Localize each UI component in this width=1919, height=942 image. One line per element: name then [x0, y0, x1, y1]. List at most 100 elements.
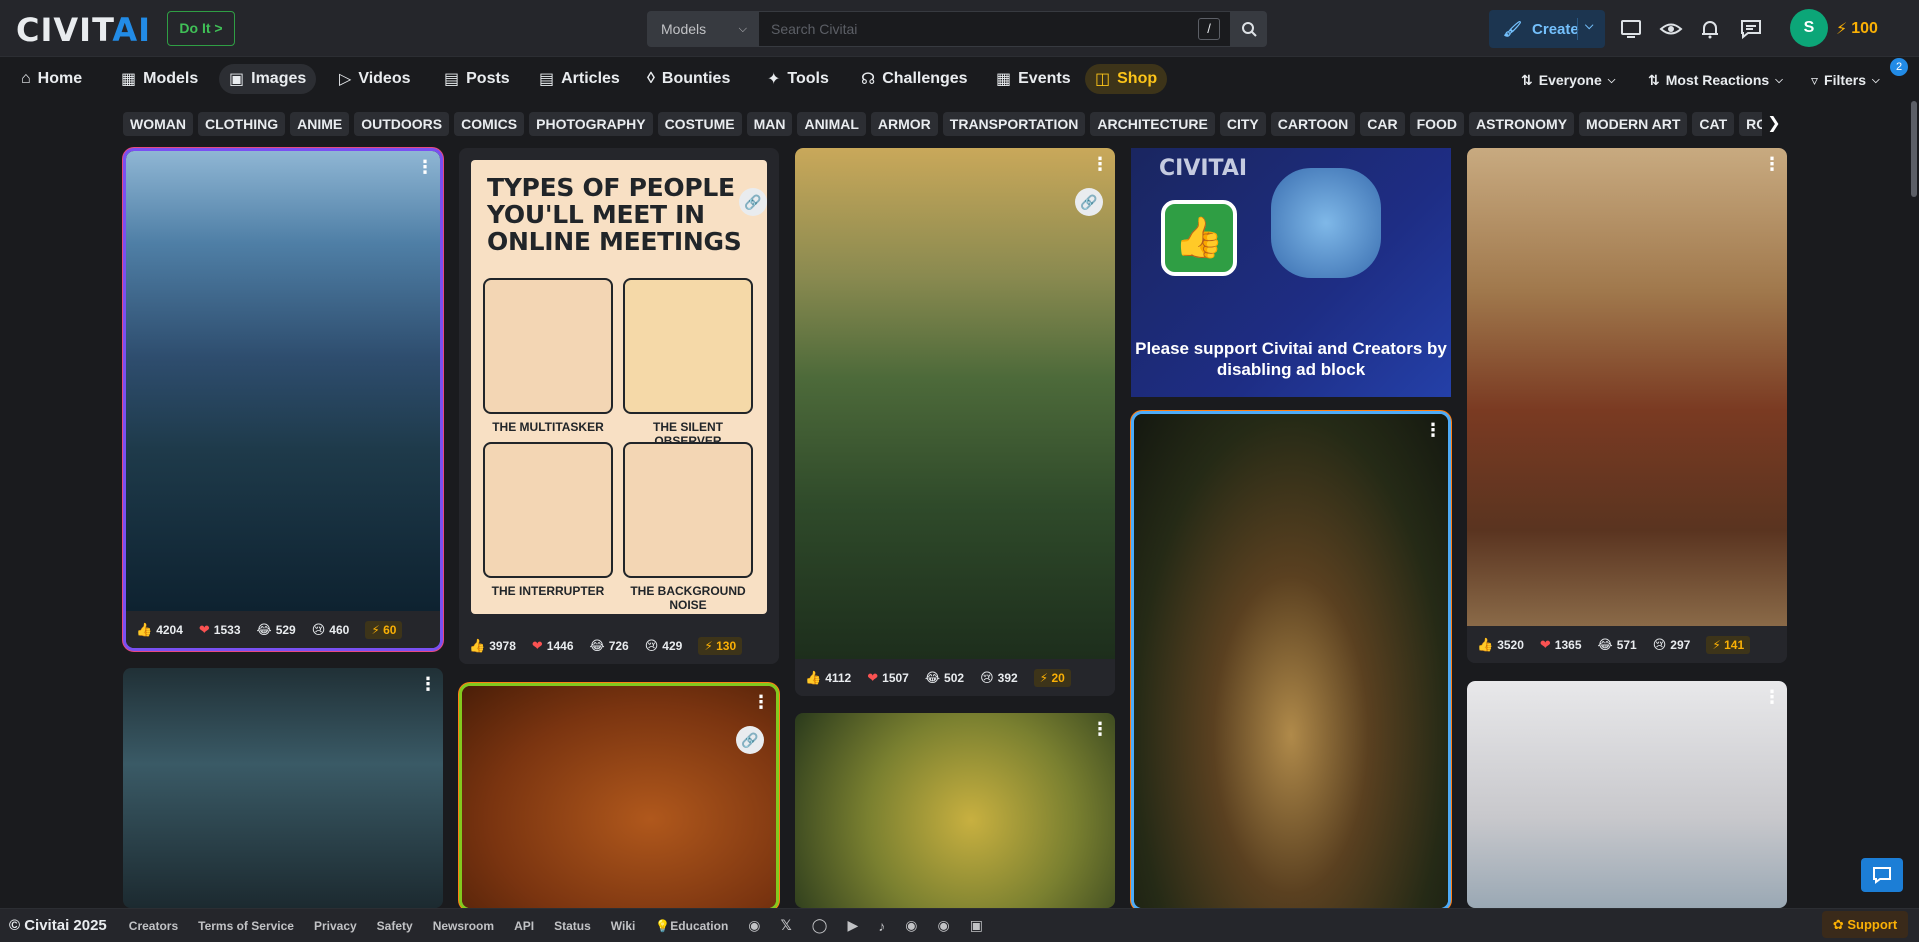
laugh-reaction[interactable]: 😂 502	[925, 670, 964, 686]
nav-bounties[interactable]: ◊ Bounties	[637, 64, 740, 94]
github-icon[interactable]: ◉	[937, 917, 949, 934]
tag-chip[interactable]: COMICS	[454, 112, 525, 136]
footer-link[interactable]: Safety	[377, 919, 413, 933]
cry-reaction[interactable]: 😢 392	[980, 670, 1018, 686]
like-reaction[interactable]: 👍 3520	[1477, 637, 1524, 653]
card-image[interactable]	[462, 686, 776, 908]
card-image[interactable]	[795, 148, 1115, 659]
card-image[interactable]	[1467, 148, 1787, 626]
footer-link[interactable]: Wiki	[611, 919, 636, 933]
tag-chip[interactable]: CLOTHING	[198, 112, 286, 136]
link-icon[interactable]: 🔗	[736, 726, 764, 754]
bell-icon[interactable]	[1698, 17, 1722, 41]
more-options-icon[interactable]: ⋮	[1091, 155, 1109, 173]
tip-buzz[interactable]: ⚡ 141	[1706, 635, 1751, 654]
more-options-icon[interactable]: ⋮	[416, 158, 434, 176]
tiktok-icon[interactable]: ♪	[878, 918, 885, 934]
laugh-reaction[interactable]: 😂 726	[590, 638, 629, 654]
footer-link[interactable]: Newsroom	[433, 919, 494, 933]
more-options-icon[interactable]: ⋮	[1763, 155, 1781, 173]
tip-buzz[interactable]: ⚡ 130	[698, 636, 743, 655]
like-reaction[interactable]: 👍 3978	[469, 638, 516, 654]
discord-icon[interactable]: ◉	[748, 917, 760, 934]
tag-chip[interactable]: CAT	[1692, 112, 1735, 136]
image-card[interactable]: ⋮	[123, 668, 443, 908]
nav-home[interactable]: ⌂ Home	[11, 64, 92, 94]
footer-link[interactable]: Status	[554, 919, 591, 933]
scrollbar-thumb[interactable]	[1911, 101, 1917, 197]
image-card[interactable]: TYPES OF PEOPLE YOU'LL MEET IN ONLINE ME…	[459, 148, 779, 664]
card-image[interactable]	[126, 151, 440, 611]
chevron-down-icon[interactable]: ⌵	[1585, 20, 1593, 33]
laugh-reaction[interactable]: 😂 529	[257, 622, 296, 638]
screen-icon[interactable]	[1619, 17, 1643, 41]
tag-chip[interactable]: MAN	[746, 112, 793, 136]
nav-events[interactable]: ▦ Events	[986, 64, 1081, 94]
card-image[interactable]	[1467, 681, 1787, 908]
tag-chip[interactable]: TRANSPORTATION	[942, 112, 1086, 136]
laugh-reaction[interactable]: 😂 571	[1598, 637, 1637, 653]
tag-chip[interactable]: ANIME	[290, 112, 350, 136]
filters-button[interactable]: ▿ Filters ⌵	[1811, 70, 1880, 90]
tag-chip[interactable]: FOOD	[1409, 112, 1465, 136]
like-reaction[interactable]: 👍 4112	[805, 670, 851, 686]
card-image[interactable]	[1134, 414, 1448, 908]
avatar[interactable]: S	[1790, 9, 1828, 47]
search-input[interactable]: Search Civitai /	[759, 11, 1231, 47]
like-reaction[interactable]: 👍 4204	[136, 622, 183, 638]
nav-challenges[interactable]: ☊ Challenges	[851, 64, 978, 94]
reddit-icon[interactable]: ◉	[905, 917, 917, 934]
image-card[interactable]: ⋮ 👍 4204 ❤ 1533 😂 529 😢 460 ⚡ 60	[126, 151, 440, 648]
tag-chip[interactable]: ASTRONOMY	[1469, 112, 1575, 136]
link-icon[interactable]: 🔗	[1075, 188, 1103, 216]
tag-chip[interactable]: ARMOR	[870, 112, 938, 136]
twitch-icon[interactable]: ▣	[970, 917, 983, 934]
more-options-icon[interactable]: ⋮	[752, 693, 770, 711]
audience-filter[interactable]: ⇅ Everyone ⌵	[1521, 70, 1615, 90]
image-card[interactable]: ⋮ 🔗 👍 4112 ❤ 1507 😂 502 😢 392 ⚡ 20	[795, 148, 1115, 696]
chat-icon[interactable]	[1739, 17, 1763, 41]
tags-scroll-right-icon[interactable]: ❯	[1762, 112, 1786, 136]
footer-link[interactable]: Creators	[129, 919, 178, 933]
search-button[interactable]	[1231, 11, 1267, 47]
card-image[interactable]	[123, 668, 443, 908]
cry-reaction[interactable]: 😢 460	[312, 622, 350, 638]
x-icon[interactable]: 𝕏	[781, 917, 792, 934]
tag-chip[interactable]: ANIMAL	[797, 112, 866, 136]
footer-link[interactable]: Terms of Service	[198, 919, 294, 933]
image-card[interactable]: ⋮	[1134, 414, 1448, 908]
tag-chip[interactable]: OUTDOORS	[354, 112, 450, 136]
nav-tools[interactable]: ✦ Tools	[757, 64, 839, 94]
link-icon[interactable]: 🔗	[739, 188, 767, 216]
tip-buzz[interactable]: ⚡ 20	[1033, 668, 1071, 687]
image-card[interactable]: ⋮ 👍 3520 ❤ 1365 😂 571 😢 297 ⚡ 141	[1467, 148, 1787, 663]
nav-images[interactable]: ▣ Images	[219, 64, 317, 94]
image-card[interactable]: ⋮	[1467, 681, 1787, 908]
support-button[interactable]: ✿ Support	[1822, 911, 1908, 938]
more-options-icon[interactable]: ⋮	[1763, 688, 1781, 706]
tag-chip[interactable]: COSTUME	[657, 112, 742, 136]
nav-articles[interactable]: ▤ Articles	[529, 64, 630, 94]
card-image[interactable]	[795, 713, 1115, 908]
more-options-icon[interactable]: ⋮	[419, 675, 437, 693]
more-options-icon[interactable]: ⋮	[1091, 720, 1109, 738]
nav-posts[interactable]: ▤ Posts	[434, 64, 520, 94]
tag-chip[interactable]: PHOTOGRAPHY	[529, 112, 653, 136]
tag-chip[interactable]: ARCHITECTURE	[1090, 112, 1215, 136]
eye-icon[interactable]	[1659, 17, 1683, 41]
footer-link[interactable]: API	[514, 919, 534, 933]
cry-reaction[interactable]: 😢 297	[1653, 637, 1691, 653]
ad-banner[interactable]: CIVITAI 👍 Please support Civitai and Cre…	[1131, 148, 1451, 397]
tag-chip[interactable]: CARTOON	[1270, 112, 1356, 136]
sort-select[interactable]: ⇅ Most Reactions ⌵	[1648, 70, 1783, 90]
instagram-icon[interactable]: ◯	[812, 917, 828, 934]
nav-shop[interactable]: ◫ Shop	[1085, 64, 1168, 94]
tag-chip[interactable]: WOMAN	[123, 112, 193, 136]
heart-reaction[interactable]: ❤ 1365	[1540, 637, 1582, 653]
nav-videos[interactable]: ▷ Videos	[329, 64, 420, 94]
more-options-icon[interactable]: ⋮	[1424, 421, 1442, 439]
heart-reaction[interactable]: ❤ 1446	[532, 638, 574, 654]
cry-reaction[interactable]: 😢 429	[645, 638, 683, 654]
footer-link[interactable]: Privacy	[314, 919, 357, 933]
youtube-icon[interactable]: ▶	[847, 917, 858, 934]
